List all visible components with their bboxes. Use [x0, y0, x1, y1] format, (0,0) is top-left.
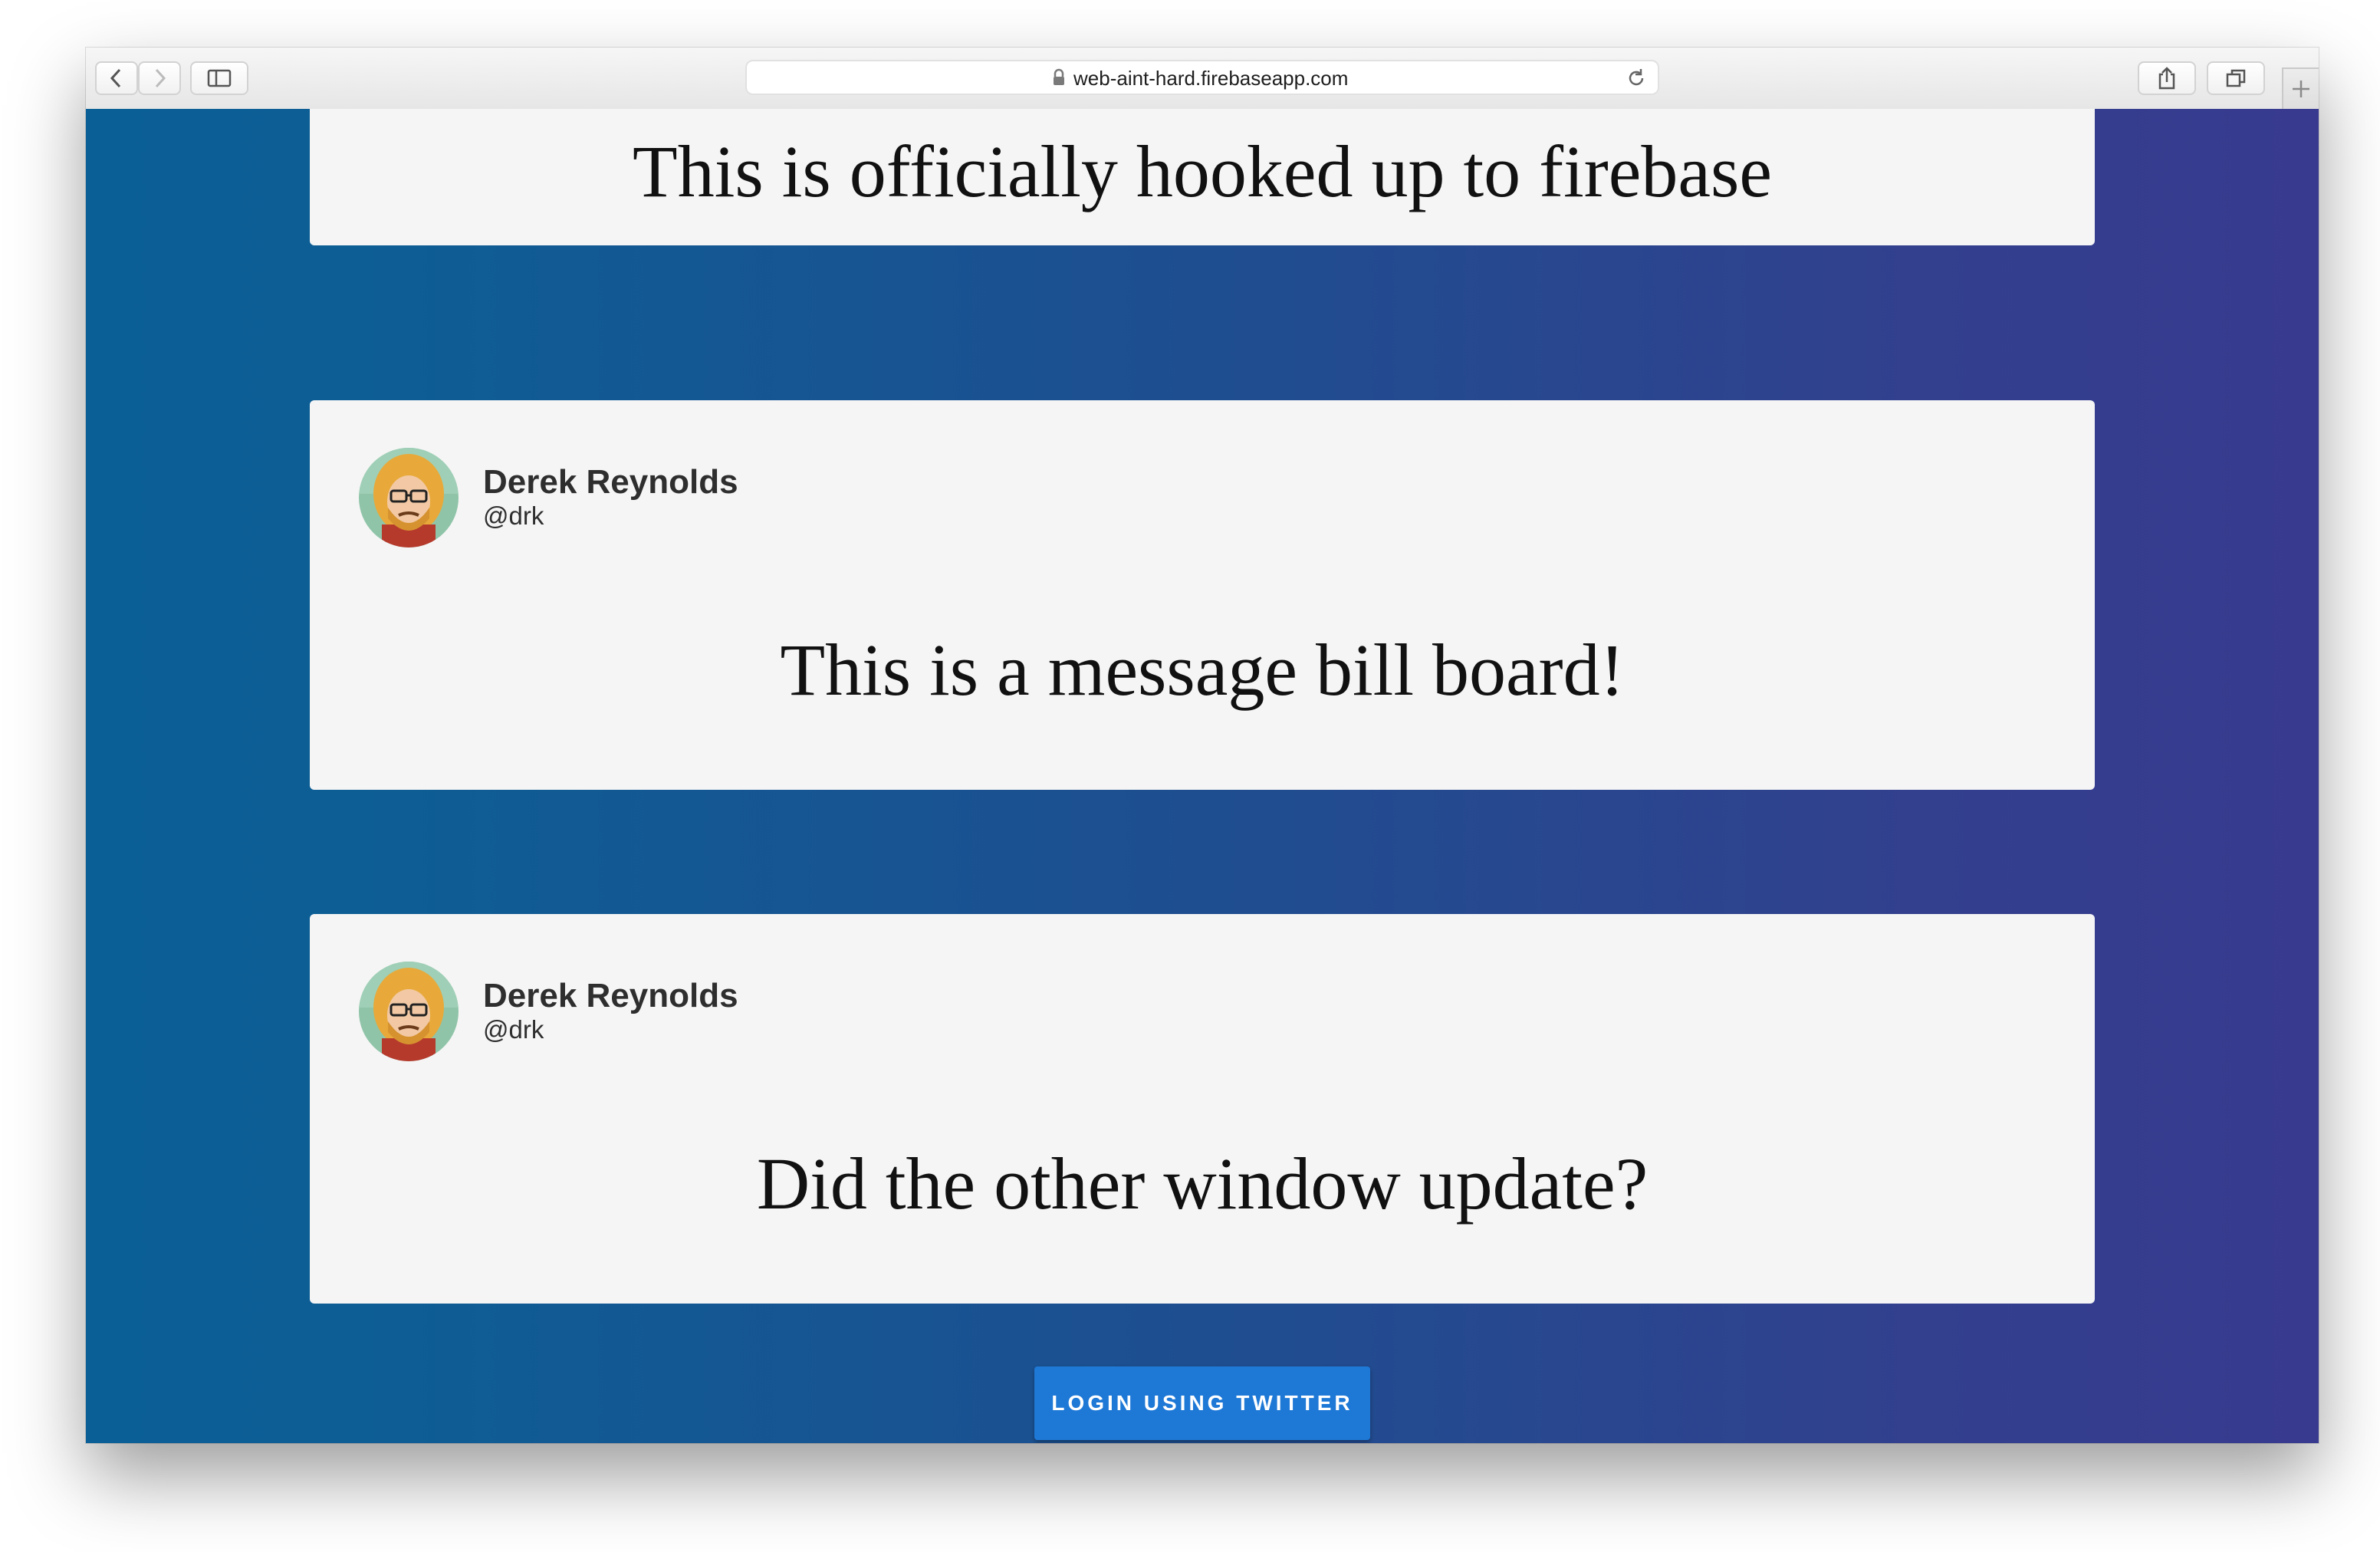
tabs-icon	[2226, 69, 2246, 87]
back-button[interactable]	[95, 61, 138, 95]
lock-icon	[1054, 68, 1064, 85]
author-handle: @drk	[483, 501, 544, 530]
browser-toolbar: web-aint-hard.firebaseapp.com	[86, 48, 2319, 110]
page-content: This is officially hooked up to firebase	[86, 109, 2319, 1443]
back-icon	[110, 68, 121, 88]
message-card: This is officially hooked up to firebase	[310, 109, 2095, 245]
browser-window: web-aint-hard.firebaseapp.com This is of…	[86, 48, 2319, 1443]
sidebar-icon	[207, 69, 232, 87]
author-name: Derek Reynolds	[483, 977, 738, 1014]
message-text: This is officially hooked up to firebase	[633, 130, 1772, 212]
new-tab-icon	[2293, 81, 2309, 97]
avatar	[359, 962, 459, 1061]
share-button[interactable]	[2138, 61, 2196, 95]
avatar	[359, 448, 459, 547]
message-card: Derek Reynolds @drk This is a message bi…	[310, 400, 2095, 790]
message-text: This is a message bill board!	[780, 629, 1625, 711]
reload-icon[interactable]	[1626, 67, 1647, 89]
tabs-overview-button[interactable]	[2207, 61, 2265, 95]
sidebar-button[interactable]	[190, 61, 248, 95]
message-card: Derek Reynolds @drk Did the other window…	[310, 914, 2095, 1304]
url-text: web-aint-hard.firebaseapp.com	[1073, 67, 1349, 90]
author-name: Derek Reynolds	[483, 463, 738, 501]
login-twitter-button[interactable]: LOGIN USING TWITTER	[1034, 1366, 1370, 1440]
author-handle: @drk	[483, 1015, 544, 1044]
forward-icon	[155, 68, 166, 88]
address-bar[interactable]: web-aint-hard.firebaseapp.com	[745, 60, 1659, 95]
message-text: Did the other window update?	[756, 1143, 1649, 1225]
forward-button[interactable]	[138, 61, 181, 95]
share-icon	[2158, 67, 2175, 90]
new-tab-button[interactable]	[2282, 67, 2319, 109]
